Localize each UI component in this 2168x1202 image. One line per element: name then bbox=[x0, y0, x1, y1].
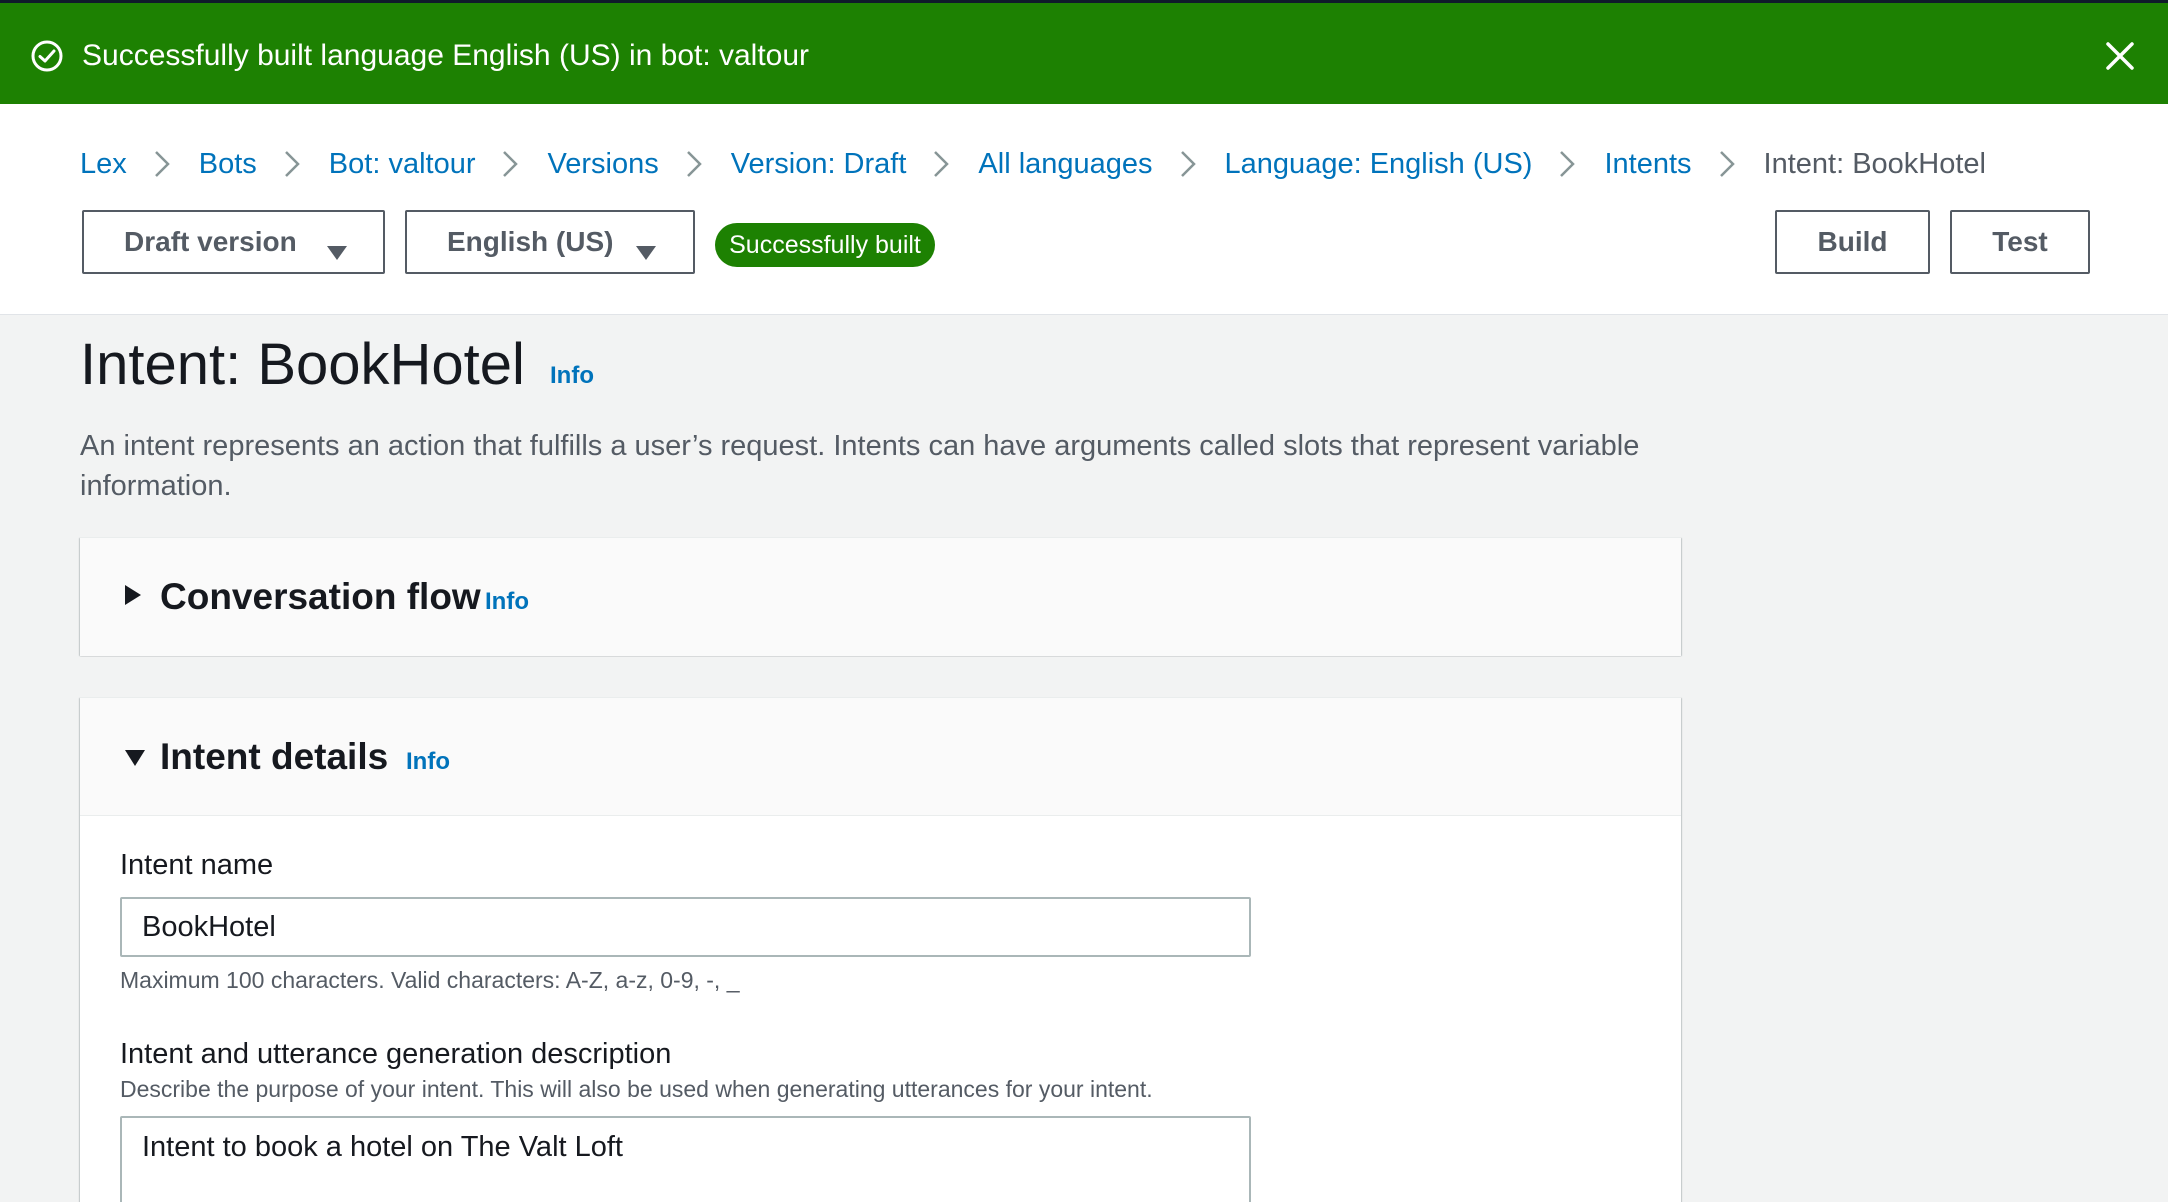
language-selector[interactable]: English (US) bbox=[405, 210, 695, 274]
intent-name-hint: Maximum 100 characters. Valid characters… bbox=[120, 967, 740, 993]
page-title: Intent: BookHotel bbox=[80, 332, 525, 397]
intent-description-hint: Describe the purpose of your intent. Thi… bbox=[120, 1076, 1153, 1102]
test-button[interactable]: Test bbox=[1950, 210, 2090, 274]
page-info-link[interactable]: Info bbox=[550, 362, 594, 390]
intent-details-title: Intent details bbox=[160, 736, 389, 777]
breadcrumb-intents[interactable]: Intents bbox=[1604, 148, 1691, 181]
breadcrumb-current: Intent: BookHotel bbox=[1763, 147, 1987, 180]
breadcrumb-versions[interactable]: Versions bbox=[547, 148, 658, 181]
intent-description-textarea[interactable]: Intent to book a hotel on The Valt Loft bbox=[120, 1116, 1251, 1202]
breadcrumb-version-draft[interactable]: Version: Draft bbox=[731, 148, 907, 181]
page-description: An intent represents an action that fulf… bbox=[80, 430, 1640, 502]
conversation-flow-title: Conversation flow bbox=[160, 576, 481, 617]
caret-down-icon bbox=[124, 749, 146, 772]
chevron-right-icon bbox=[475, 142, 547, 186]
intent-name-input[interactable] bbox=[120, 897, 1251, 957]
chevron-right-icon bbox=[1153, 142, 1225, 186]
chevron-right-icon bbox=[906, 142, 978, 186]
chevron-right-icon bbox=[1532, 142, 1604, 186]
flash-message: Successfully built language English (US)… bbox=[82, 39, 810, 72]
breadcrumb: Lex Bots Bot: valtour Versions Version: … bbox=[80, 142, 1986, 186]
caret-right-icon bbox=[124, 584, 142, 611]
breadcrumb-bots[interactable]: Bots bbox=[199, 148, 257, 181]
chevron-right-icon bbox=[1692, 142, 1764, 186]
intent-name-label: Intent name bbox=[120, 849, 274, 881]
version-selector-label: Draft version bbox=[124, 226, 297, 257]
conversation-flow-info-link[interactable]: Info bbox=[485, 588, 529, 616]
close-icon[interactable] bbox=[2104, 40, 2136, 72]
breadcrumb-lex[interactable]: Lex bbox=[80, 148, 127, 181]
version-selector[interactable]: Draft version bbox=[82, 210, 385, 274]
intent-details-panel: Intent details Info Intent name Maximum … bbox=[80, 697, 1681, 1202]
chevron-right-icon bbox=[659, 142, 731, 186]
conversation-flow-header[interactable]: Conversation flow Info bbox=[80, 538, 1681, 656]
breadcrumb-all-languages[interactable]: All languages bbox=[978, 148, 1152, 181]
page-header: Lex Bots Bot: valtour Versions Version: … bbox=[0, 104, 2168, 315]
caret-down-icon bbox=[635, 236, 657, 268]
conversation-flow-panel: Conversation flow Info bbox=[80, 537, 1681, 656]
breadcrumb-language[interactable]: Language: English (US) bbox=[1225, 148, 1533, 181]
success-flash-banner: Successfully built language English (US)… bbox=[0, 0, 2168, 104]
intent-details-info-link[interactable]: Info bbox=[406, 748, 450, 776]
intent-description-label: Intent and utterance generation descript… bbox=[120, 1038, 672, 1070]
language-selector-label: English (US) bbox=[447, 226, 614, 257]
breadcrumb-bot[interactable]: Bot: valtour bbox=[329, 148, 476, 181]
check-circle-icon bbox=[30, 39, 64, 73]
build-button[interactable]: Build bbox=[1775, 210, 1930, 274]
chevron-right-icon bbox=[127, 142, 199, 186]
build-status-badge: Successfully built bbox=[715, 223, 935, 267]
caret-down-icon bbox=[326, 236, 348, 268]
intent-details-header[interactable]: Intent details Info bbox=[80, 698, 1681, 816]
chevron-right-icon bbox=[257, 142, 329, 186]
